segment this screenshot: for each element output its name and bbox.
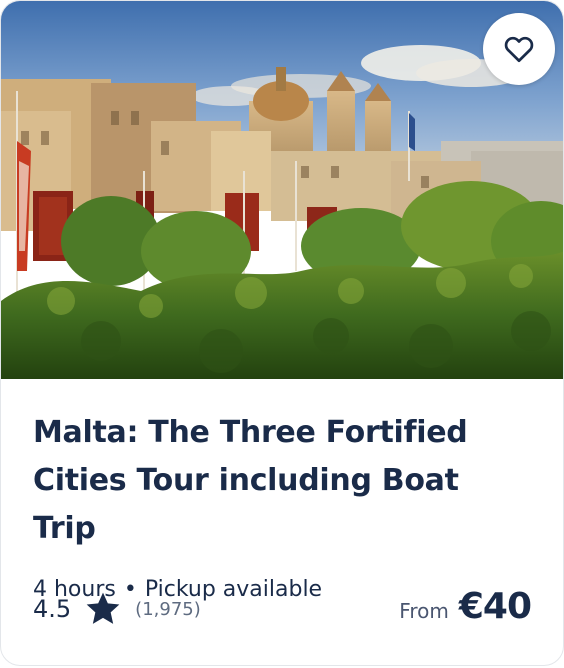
card-footer: 4.5 (1,975) From €40 [33, 586, 532, 632]
rating-value: 4.5 [33, 595, 72, 623]
star-icon [83, 589, 123, 629]
favorite-button[interactable] [483, 13, 555, 85]
review-count: (1,975) [135, 598, 201, 620]
activity-card[interactable]: Malta: The Three Fortified Cities Tour i… [0, 0, 564, 666]
card-content: Malta: The Three Fortified Cities Tour i… [33, 409, 531, 605]
price-prefix: From [399, 599, 449, 623]
price: From €40 [399, 586, 532, 632]
heart-outline-icon [504, 36, 534, 63]
price-amount: €40 [458, 586, 532, 627]
activity-title[interactable]: Malta: The Three Fortified Cities Tour i… [33, 409, 531, 553]
activity-image[interactable] [1, 1, 563, 379]
rating: 4.5 (1,975) [33, 586, 201, 632]
